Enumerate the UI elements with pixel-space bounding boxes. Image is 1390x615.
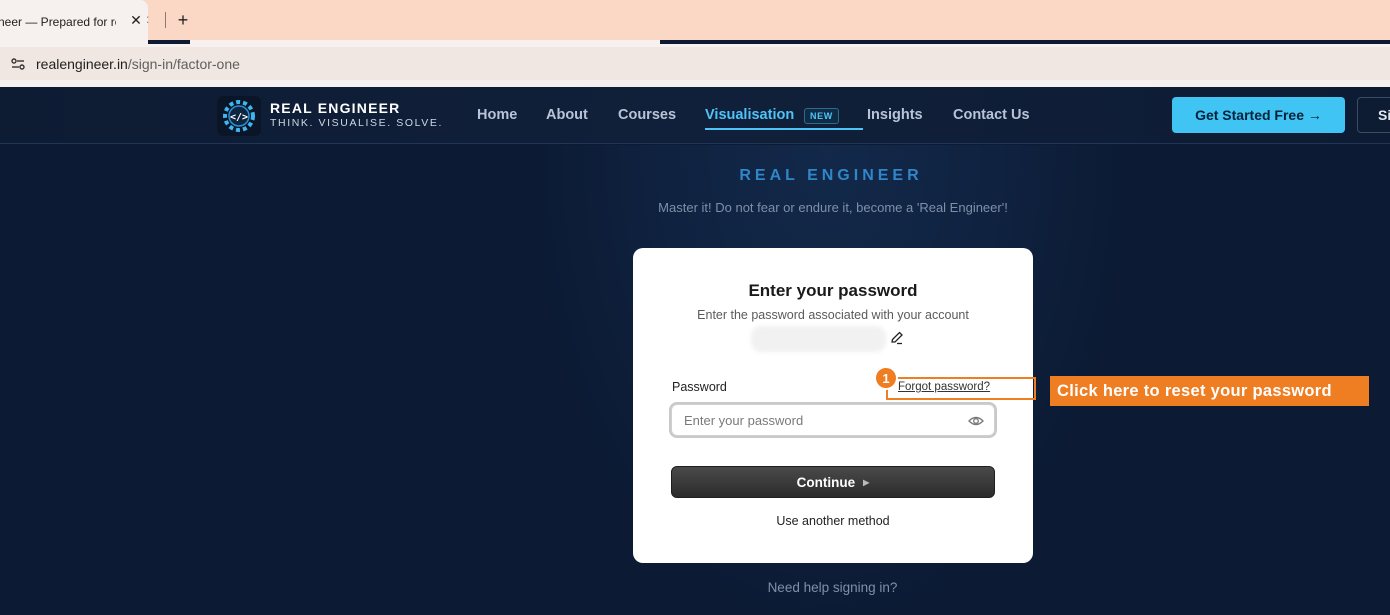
- account-identifier-blurred: [751, 326, 886, 352]
- hero-title: REAL ENGINEER: [739, 167, 923, 184]
- continue-label: Continue: [796, 474, 856, 490]
- password-input[interactable]: [684, 405, 964, 435]
- tab-ghost-text: :: [146, 12, 150, 26]
- nav-contact-us[interactable]: Contact Us: [953, 107, 1030, 123]
- new-badge: NEW: [804, 108, 839, 124]
- gear-code-logo-icon[interactable]: </>: [217, 96, 261, 136]
- show-password-eye-icon[interactable]: [968, 414, 984, 428]
- nav-insights[interactable]: Insights: [867, 107, 923, 123]
- site-info-icon[interactable]: [0, 47, 36, 80]
- close-tab-icon[interactable]: ✕: [128, 12, 144, 28]
- new-tab-button[interactable]: +: [174, 10, 192, 30]
- password-label: Password: [672, 380, 727, 394]
- brand-tagline: THINK. VISUALISE. SOLVE.: [270, 117, 443, 129]
- nav-courses[interactable]: Courses: [618, 107, 676, 123]
- play-arrow-icon: ▶: [863, 477, 870, 487]
- svg-text:</>: </>: [230, 112, 248, 123]
- step-number-badge: 1: [874, 366, 898, 390]
- nav-home[interactable]: Home: [477, 107, 517, 123]
- edit-pencil-icon[interactable]: [889, 330, 905, 346]
- password-card: Enter your password Enter the password a…: [633, 248, 1033, 563]
- url-path: /sign-in/factor-one: [127, 55, 240, 72]
- forgot-password-highlight: [886, 377, 1036, 400]
- nav-visualisation[interactable]: Visualisation: [705, 107, 794, 123]
- site-header: </> REAL ENGINEER THINK. VISUALISE. SOLV…: [0, 87, 1390, 144]
- active-nav-underline: [705, 128, 863, 130]
- card-subtitle: Enter the password associated with your …: [697, 308, 969, 322]
- annotation-callout: Click here to reset your password: [1050, 376, 1369, 406]
- card-title: Enter your password: [748, 281, 918, 300]
- brand-name[interactable]: REAL ENGINEER: [270, 100, 400, 116]
- tab-title: neer — Prepared for re: [0, 15, 116, 29]
- use-another-method-link[interactable]: Use another method: [633, 514, 1033, 528]
- get-started-button[interactable]: Get Started Free →: [1172, 97, 1345, 133]
- tab-separator: [165, 12, 166, 28]
- hero-subtitle: Master it! Do not fear or endure it, bec…: [658, 200, 1008, 215]
- password-field[interactable]: [671, 404, 995, 436]
- sign-in-button[interactable]: Si: [1357, 97, 1390, 133]
- need-help-link[interactable]: Need help signing in?: [0, 580, 1390, 595]
- browser-tab[interactable]: neer — Prepared for re ✕: [0, 0, 148, 44]
- url-text[interactable]: realengineer.in/sign-in/factor-one: [36, 56, 240, 72]
- nav-about[interactable]: About: [546, 107, 588, 123]
- continue-button[interactable]: Continue ▶: [671, 466, 995, 498]
- browser-tabstrip: [0, 0, 1390, 40]
- url-domain: realengineer.in: [36, 55, 128, 72]
- address-bar[interactable]: realengineer.in/sign-in/factor-one: [0, 47, 1390, 80]
